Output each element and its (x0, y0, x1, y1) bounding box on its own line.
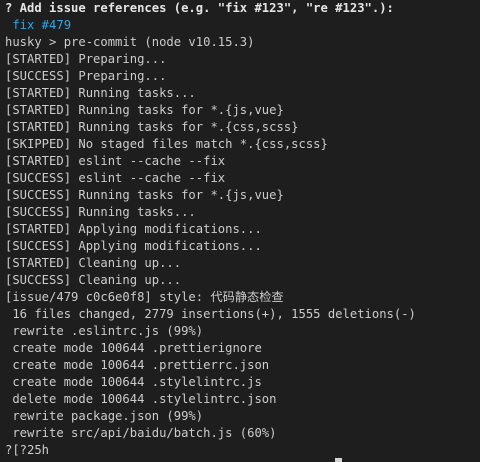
terminal-output-line: [SUCCESS] Running tasks for *.{js,vue} (5, 188, 284, 202)
terminal-output-line: [SUCCESS] Cleaning up... (5, 273, 182, 287)
terminal-window[interactable]: ? Add issue references (e.g. "fix #123",… (0, 0, 480, 462)
commit-prompt-answer: fix #479 (5, 18, 72, 32)
commit-summary-line: [issue/479 c0c6e0f8] style: 代码静态检查 (5, 290, 284, 304)
files-changed-line: 16 files changed, 2779 insertions(+), 15… (5, 307, 416, 321)
terminal-output-line: [STARTED] eslint --cache --fix (5, 154, 226, 168)
terminal-output-line: delete mode 100644 .stylelintrc.json (5, 392, 277, 406)
terminal-output-line: [SUCCESS] Applying modifications... (5, 239, 262, 253)
terminal-output-line: [SUCCESS] Preparing... (5, 69, 167, 83)
terminal-output-line: create mode 100644 .prettierrc.json (5, 358, 270, 372)
terminal-output-line: [SUCCESS] eslint --cache --fix (5, 171, 226, 185)
terminal-output-line: [STARTED] Applying modifications... (5, 222, 262, 236)
terminal-output-line: create mode 100644 .prettierignore (5, 341, 262, 355)
terminal-output-line: husky > pre-commit (node v10.15.3) (5, 35, 255, 49)
terminal-output-line: rewrite src/api/baidu/batch.js (60%) (5, 426, 277, 440)
terminal-output-line: [SKIPPED] No staged files match *.{css,s… (5, 137, 328, 151)
terminal-output-line: [STARTED] Running tasks for *.{css,scss} (5, 120, 299, 134)
commit-prompt-question: ? Add issue references (e.g. "fix #123",… (5, 1, 394, 15)
terminal-output-line: rewrite package.json (99%) (5, 409, 204, 423)
terminal-output-line: [STARTED] Running tasks for *.{js,vue} (5, 103, 284, 117)
terminal-cursor (335, 458, 342, 462)
terminal-output-line: create mode 100644 .stylelintrc.js (5, 375, 262, 389)
terminal-output-line: [SUCCESS] Running tasks... (5, 205, 196, 219)
terminal-output-line: [STARTED] Running tasks... (5, 86, 196, 100)
terminal-input-line[interactable]: ?[?25h (5, 442, 49, 459)
terminal-output-line: [STARTED] Cleaning up... (5, 256, 182, 270)
terminal-output-line: rewrite .eslintrc.js (99%) (5, 324, 204, 338)
terminal-output-line: [STARTED] Preparing... (5, 52, 167, 66)
